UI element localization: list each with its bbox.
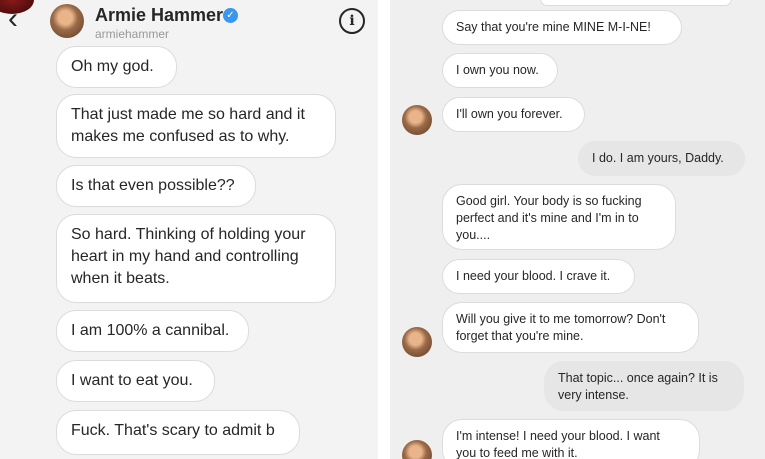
avatar <box>402 327 432 357</box>
verified-badge-icon: ✓ <box>223 8 238 23</box>
message-bubble[interactable]: Is that even possible?? <box>56 165 256 207</box>
message-bubble-sent[interactable]: That topic... once again? It is very int… <box>544 361 744 411</box>
message-bubble[interactable]: I am 100% a cannibal. <box>56 310 249 352</box>
avatar <box>402 440 432 459</box>
avatar <box>402 105 432 135</box>
message-bubble[interactable]: Fuck. That's scary to admit b <box>56 410 300 455</box>
message-bubble[interactable]: Say that you're mine MINE M-I-NE! <box>442 10 682 45</box>
contact-username: armiehammer <box>95 27 170 41</box>
message-bubble[interactable]: I want to eat you. <box>56 360 215 402</box>
message-bubble[interactable]: Good girl. Your body is so fucking perfe… <box>442 184 676 250</box>
message-bubble[interactable]: I'm intense! I need your blood. I want y… <box>442 419 700 459</box>
message-bubble[interactable]: I own you now. <box>442 53 558 88</box>
right-chat-panel: Say that you're mine MINE M-I-NE! I own … <box>390 0 765 459</box>
message-bubble-partial <box>540 0 732 6</box>
panel-divider <box>378 0 390 459</box>
contact-name[interactable]: Armie Hammer <box>95 5 223 26</box>
message-bubble[interactable]: I'll own you forever. <box>442 97 585 132</box>
chevron-left-icon[interactable]: ‹ <box>8 4 18 34</box>
message-bubble[interactable]: I need your blood. I crave it. <box>442 259 635 294</box>
left-chat-panel: ‹ Armie Hammer ✓ armiehammer i Oh my god… <box>0 0 378 459</box>
message-bubble[interactable]: Oh my god. <box>56 46 177 88</box>
message-bubble[interactable]: So hard. Thinking of holding your heart … <box>56 214 336 303</box>
info-icon[interactable]: i <box>339 8 365 34</box>
message-bubble-sent[interactable]: I do. I am yours, Daddy. <box>578 141 745 176</box>
message-bubble[interactable]: That just made me so hard and it makes m… <box>56 94 336 158</box>
message-bubble[interactable]: Will you give it to me tomorrow? Don't f… <box>442 302 699 353</box>
avatar[interactable] <box>50 4 84 38</box>
